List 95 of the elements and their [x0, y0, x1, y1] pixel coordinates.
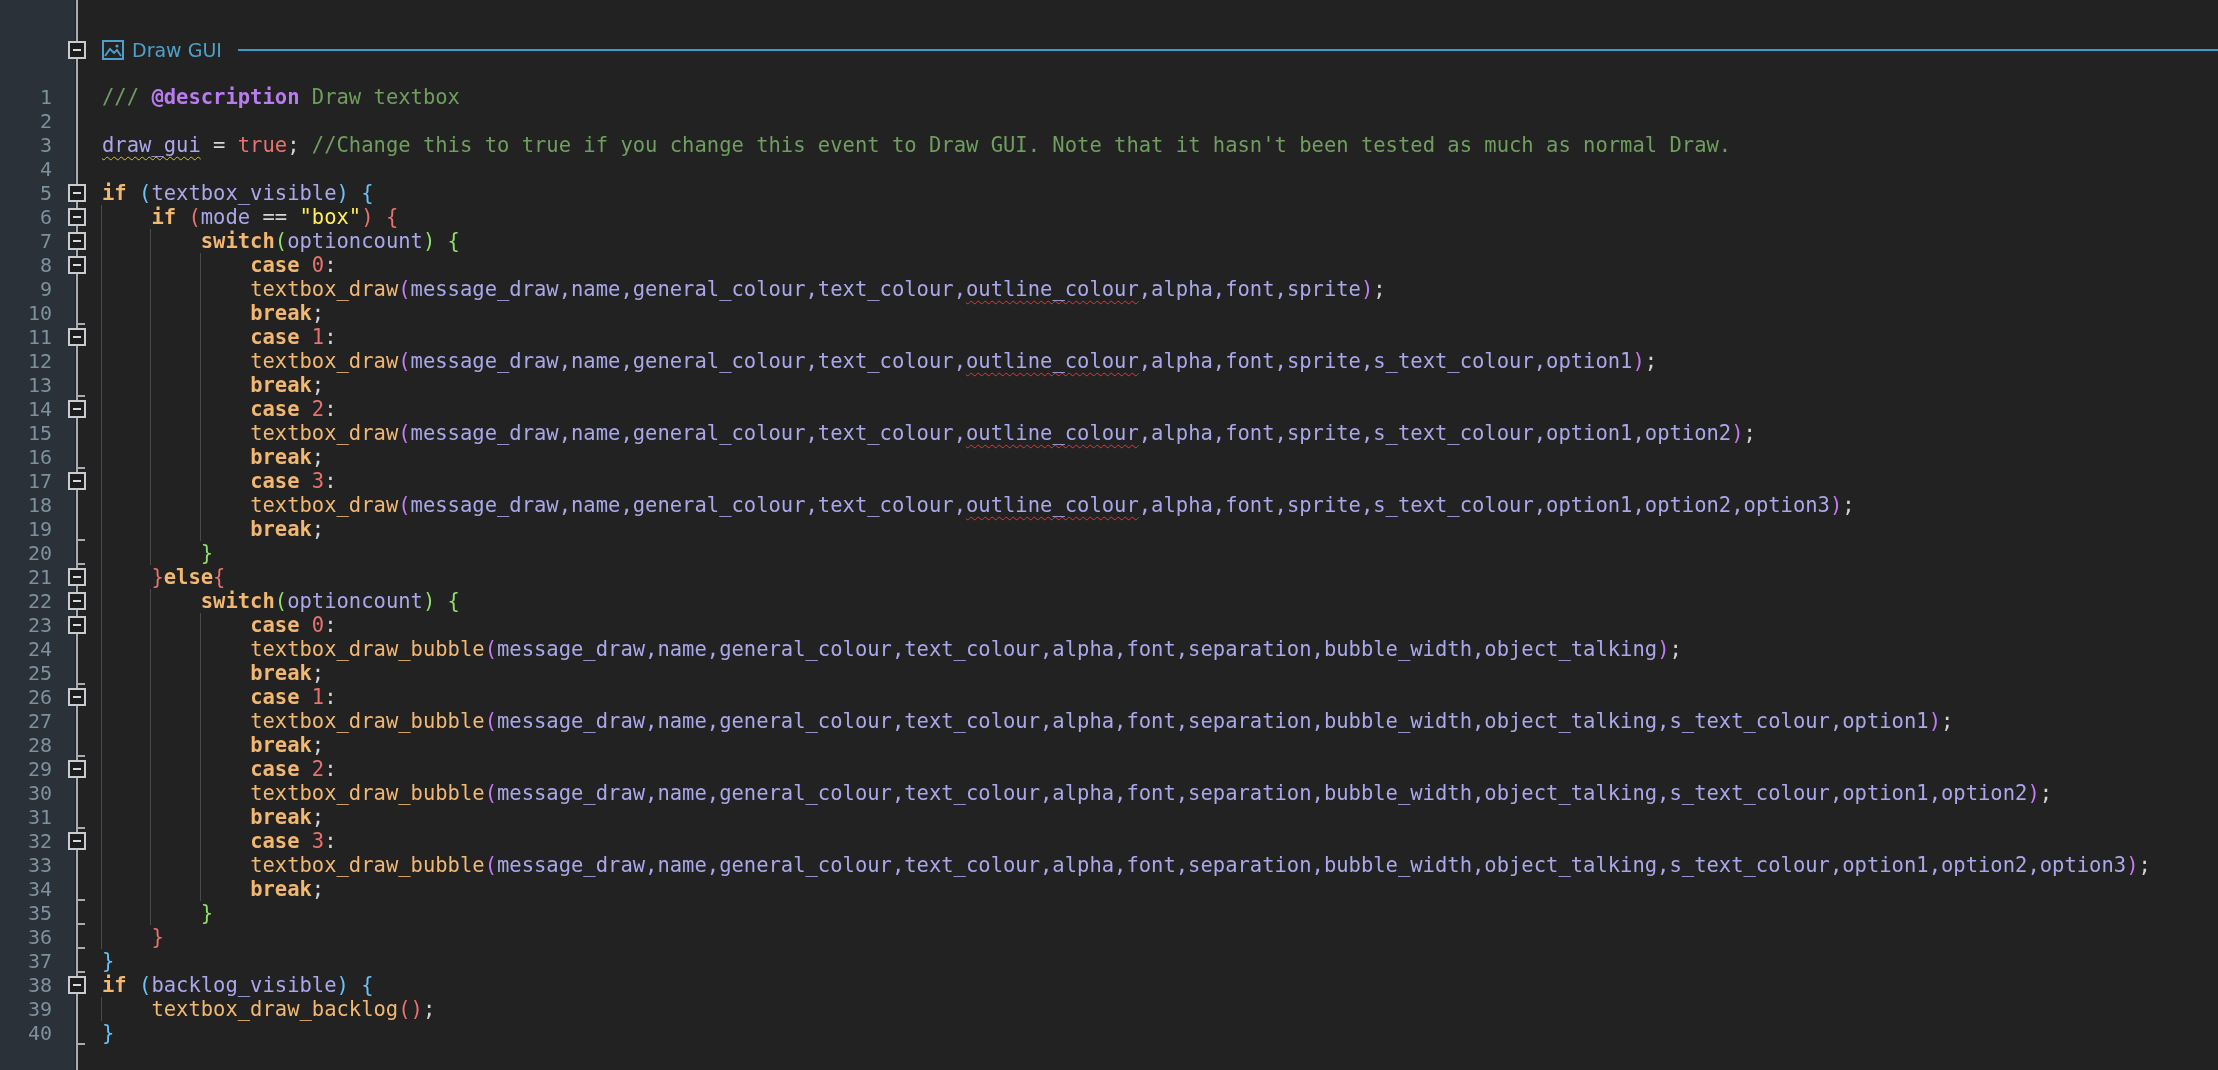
line-number: 17 [26, 469, 53, 493]
collapse-icon[interactable] [68, 400, 86, 418]
code-line: break; [102, 445, 2218, 469]
collapse-icon[interactable] [68, 41, 86, 59]
code-line: break; [102, 373, 2218, 397]
code-line: } [102, 1021, 116, 1045]
line-number: 3 [38, 133, 53, 157]
code-line: switch(optioncount) { [102, 229, 2218, 253]
line-number: 16 [26, 445, 53, 469]
line-number: 36 [26, 925, 53, 949]
collapse-icon[interactable] [68, 760, 86, 778]
line-number: 12 [26, 349, 53, 373]
line-number: 5 [38, 181, 53, 205]
code-line: switch(optioncount) { [102, 589, 2218, 613]
image-icon [102, 40, 124, 60]
line-number: 4 [38, 157, 53, 181]
line-number: 37 [26, 949, 53, 973]
line-number: 25 [26, 661, 53, 685]
code-line: break; [102, 733, 2218, 757]
line-number: 24 [26, 637, 53, 661]
line-number: 32 [26, 829, 53, 853]
line-number: 39 [26, 997, 53, 1021]
collapse-icon[interactable] [68, 472, 86, 490]
code-line: } [102, 901, 2218, 925]
code-line: case 2: [102, 757, 2218, 781]
line-number: 13 [26, 373, 53, 397]
line-number: 29 [26, 757, 53, 781]
collapse-icon[interactable] [68, 976, 86, 994]
line-number: 8 [38, 253, 53, 277]
line-number: 2 [38, 109, 53, 133]
line-number: 7 [38, 229, 53, 253]
code-line: textbox_draw_bubble(message_draw,name,general_colour,text_colour,alpha,font,separation,bubble_width,object_talking,s_text_colour,option1); [102, 709, 2218, 733]
code-line: case 2: [102, 397, 2218, 421]
line-number: 28 [26, 733, 53, 757]
code-line: } [102, 925, 2218, 949]
code-line: if (mode == "box") { [102, 205, 2218, 229]
collapse-icon[interactable] [68, 232, 86, 250]
line-number: 35 [26, 901, 53, 925]
code-line: break; [102, 661, 2218, 685]
code-line: break; [102, 877, 2218, 901]
line-number: 23 [26, 613, 53, 637]
code-line: } [102, 541, 2218, 565]
line-number: 30 [26, 781, 53, 805]
code-line: textbox_draw(message_draw,name,general_colour,text_colour,outline_colour,alpha,font,sprite); [102, 277, 2218, 301]
code-line: case 3: [102, 829, 2218, 853]
line-number: 10 [26, 301, 53, 325]
code-line: if (backlog_visible) { [102, 973, 375, 997]
code-line: textbox_draw_bubble(message_draw,name,general_colour,text_colour,alpha,font,separation,bubble_width,object_talking,s_text_colour,option1,option2); [102, 781, 2218, 805]
line-number: 33 [26, 853, 53, 877]
code-line: case 3: [102, 469, 2218, 493]
code-line: case 0: [102, 253, 2218, 277]
line-number: 22 [26, 589, 53, 613]
line-number: 21 [26, 565, 53, 589]
code-line: textbox_draw_bubble(message_draw,name,general_colour,text_colour,alpha,font,separation,bubble_width,object_talking,s_text_colour,option1,option2,option3); [102, 853, 2218, 877]
collapse-icon[interactable] [68, 568, 86, 586]
line-number: 38 [26, 973, 53, 997]
line-number: 27 [26, 709, 53, 733]
collapse-icon[interactable] [68, 592, 86, 610]
event-title: Draw GUI [132, 39, 222, 61]
collapse-icon[interactable] [68, 832, 86, 850]
code-line: }else{ [102, 565, 2218, 589]
code-line: case 1: [102, 685, 2218, 709]
code-line: textbox_draw(message_draw,name,general_colour,text_colour,outline_colour,alpha,font,sprite,s_text_colour,option1,option2); [102, 421, 2218, 445]
collapse-icon[interactable] [68, 184, 86, 202]
line-number: 31 [26, 805, 53, 829]
collapse-icon[interactable] [68, 328, 86, 346]
code-line: break; [102, 517, 2218, 541]
line-number: 6 [38, 205, 53, 229]
collapse-icon[interactable] [68, 616, 86, 634]
code-line: if (textbox_visible) { [102, 181, 375, 205]
line-number: 26 [26, 685, 53, 709]
line-number: 9 [38, 277, 53, 301]
collapse-icon[interactable] [68, 256, 86, 274]
code-line: draw_gui = true; //Change this to true if you change this event to Draw GUI. Note that it hasn't been tested as much as normal Draw. [102, 133, 1733, 157]
line-number: 18 [26, 493, 53, 517]
code-line: break; [102, 301, 2218, 325]
line-number: 40 [26, 1021, 53, 1045]
code-line: textbox_draw_backlog(); [102, 997, 2218, 1021]
line-number: 14 [26, 397, 53, 421]
code-line: textbox_draw(message_draw,name,general_colour,text_colour,outline_colour,alpha,font,sprite,s_text_colour,option1); [102, 349, 2218, 373]
line-number: 11 [26, 325, 53, 349]
code-line: } [102, 949, 116, 973]
line-number: 34 [26, 877, 53, 901]
collapse-icon[interactable] [68, 688, 86, 706]
line-number: 15 [26, 421, 53, 445]
code-line: case 0: [102, 613, 2218, 637]
line-number: 1 [38, 85, 53, 109]
code-line: /// @description Draw textbox [102, 85, 461, 109]
collapse-icon[interactable] [68, 208, 86, 226]
code-line: textbox_draw(message_draw,name,general_colour,text_colour,outline_colour,alpha,font,sprite,s_text_colour,option1,option2,option3); [102, 493, 2218, 517]
code-line: case 1: [102, 325, 2218, 349]
code-line: break; [102, 805, 2218, 829]
line-number: 20 [26, 541, 53, 565]
line-number: 19 [26, 517, 53, 541]
code-line: textbox_draw_bubble(message_draw,name,general_colour,text_colour,alpha,font,separation,bubble_width,object_talking); [102, 637, 2218, 661]
